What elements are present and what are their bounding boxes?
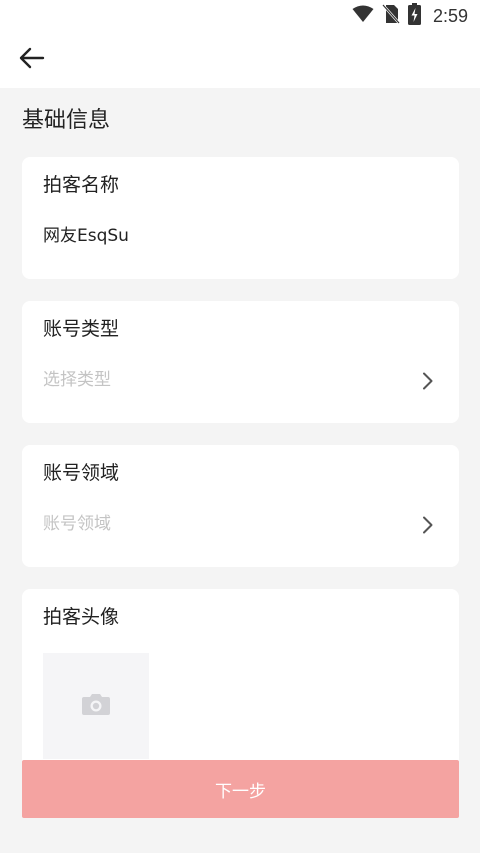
wifi-icon (352, 5, 374, 27)
account-domain-select[interactable]: 账号领域 (22, 501, 459, 547)
back-button[interactable] (14, 44, 48, 76)
app-bar (0, 32, 480, 88)
account-type-label: 账号类型 (43, 318, 120, 340)
chevron-right-icon (421, 516, 435, 534)
avatar-card: 拍客头像 (22, 589, 459, 789)
avatar-label: 拍客头像 (43, 606, 120, 628)
chevron-right-icon (421, 372, 435, 390)
account-type-placeholder: 选择类型 (43, 370, 111, 390)
account-type-select[interactable]: 选择类型 (22, 357, 459, 403)
next-button[interactable]: 下一步 (22, 760, 459, 818)
section-title: 基础信息 (22, 108, 111, 133)
name-value[interactable]: 网友EsqSu (43, 223, 129, 249)
account-domain-card: 账号领域 账号领域 (22, 445, 459, 567)
account-domain-label: 账号领域 (43, 462, 120, 484)
name-card: 拍客名称 网友EsqSu (22, 157, 459, 279)
status-icons: 2:59 (352, 3, 468, 29)
avatar-upload[interactable] (43, 653, 149, 759)
account-type-card: 账号类型 选择类型 (22, 301, 459, 423)
status-time: 2:59 (432, 5, 468, 26)
battery-charging-icon (407, 3, 421, 29)
no-sim-icon (382, 4, 400, 28)
status-bar: 2:59 (0, 0, 480, 32)
camera-icon (81, 692, 111, 720)
arrow-left-icon (17, 46, 45, 74)
account-domain-placeholder: 账号领域 (43, 514, 111, 534)
name-label: 拍客名称 (43, 174, 120, 196)
